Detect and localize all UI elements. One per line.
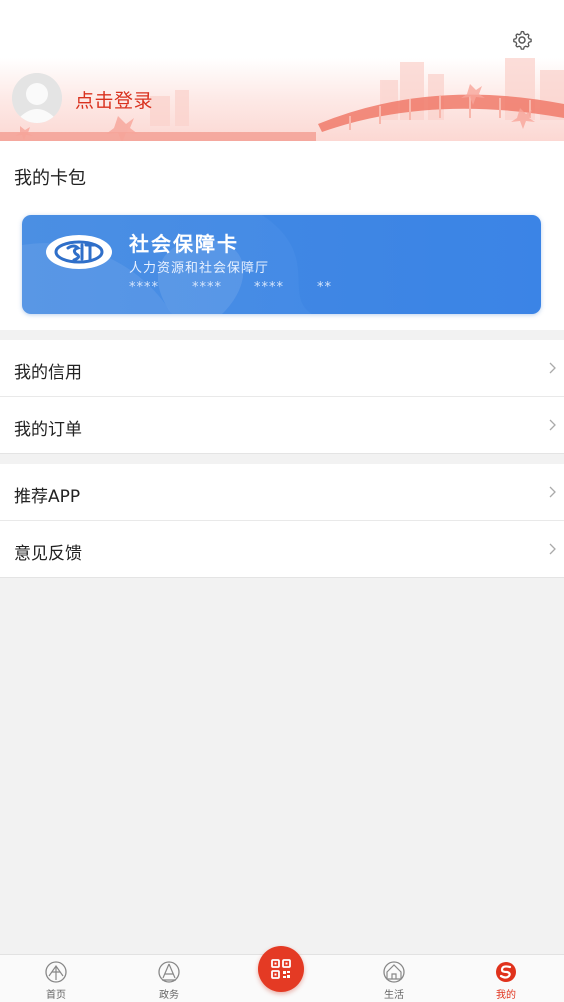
menu-item-label: 我的订单 xyxy=(14,420,82,440)
tab-label: 我的 xyxy=(496,990,516,1001)
card-wallet-section: 我的卡包 社会保障卡 人力资源和社会保障厅 **** **** **** ** xyxy=(0,141,564,330)
card-issuer: 人力资源和社会保障厅 xyxy=(129,261,270,276)
menu-group-more: 推荐APP 意见反馈 xyxy=(0,464,564,578)
chevron-right-icon xyxy=(549,486,556,498)
menu-group-account: 我的信用 我的订单 xyxy=(0,340,564,454)
card-number-group: **** xyxy=(254,280,284,295)
tab-government[interactable]: 政务 xyxy=(139,955,199,1002)
card-wallet-title: 我的卡包 xyxy=(14,168,86,189)
tab-mine[interactable]: 我的 xyxy=(476,955,536,1002)
menu-item-label: 意见反馈 xyxy=(14,544,82,564)
avatar-placeholder-icon xyxy=(12,73,62,123)
menu-item-label: 我的信用 xyxy=(14,363,82,383)
tab-home[interactable]: 首页 xyxy=(26,955,86,1002)
card-number-group: **** xyxy=(192,280,222,295)
qr-scan-icon xyxy=(271,959,291,979)
settings-gear-icon[interactable] xyxy=(511,29,533,51)
tab-label: 生活 xyxy=(384,990,404,1001)
government-icon xyxy=(158,961,180,983)
header-decoration xyxy=(0,58,564,141)
profile-header: 点击登录 xyxy=(0,0,564,141)
menu-item-credit[interactable]: 我的信用 xyxy=(0,340,564,397)
card-number-group: **** xyxy=(129,280,159,295)
tab-label: 政务 xyxy=(159,990,179,1001)
menu-item-orders[interactable]: 我的订单 xyxy=(0,397,564,454)
chevron-right-icon xyxy=(549,543,556,555)
social-security-card[interactable]: 社会保障卡 人力资源和社会保障厅 **** **** **** ** xyxy=(22,215,541,314)
life-icon xyxy=(383,961,405,983)
card-number-group: ** xyxy=(317,280,332,295)
user-avatar[interactable] xyxy=(12,73,62,123)
home-icon xyxy=(45,961,67,983)
qr-scan-button[interactable] xyxy=(258,946,304,992)
menu-item-label: 推荐APP xyxy=(14,487,81,507)
social-security-logo-icon xyxy=(46,235,112,269)
login-link[interactable]: 点击登录 xyxy=(75,86,153,113)
tab-life[interactable]: 生活 xyxy=(364,955,424,1002)
chevron-right-icon xyxy=(549,362,556,374)
card-name: 社会保障卡 xyxy=(129,232,239,256)
chevron-right-icon xyxy=(549,419,556,431)
menu-item-recommend-app[interactable]: 推荐APP xyxy=(0,464,564,521)
tab-label: 首页 xyxy=(46,990,66,1001)
menu-item-feedback[interactable]: 意见反馈 xyxy=(0,521,564,578)
profile-page: 点击登录 我的卡包 社会保障卡 人力资源和社会保障厅 **** **** ***… xyxy=(0,0,564,1002)
mine-icon xyxy=(496,962,516,982)
